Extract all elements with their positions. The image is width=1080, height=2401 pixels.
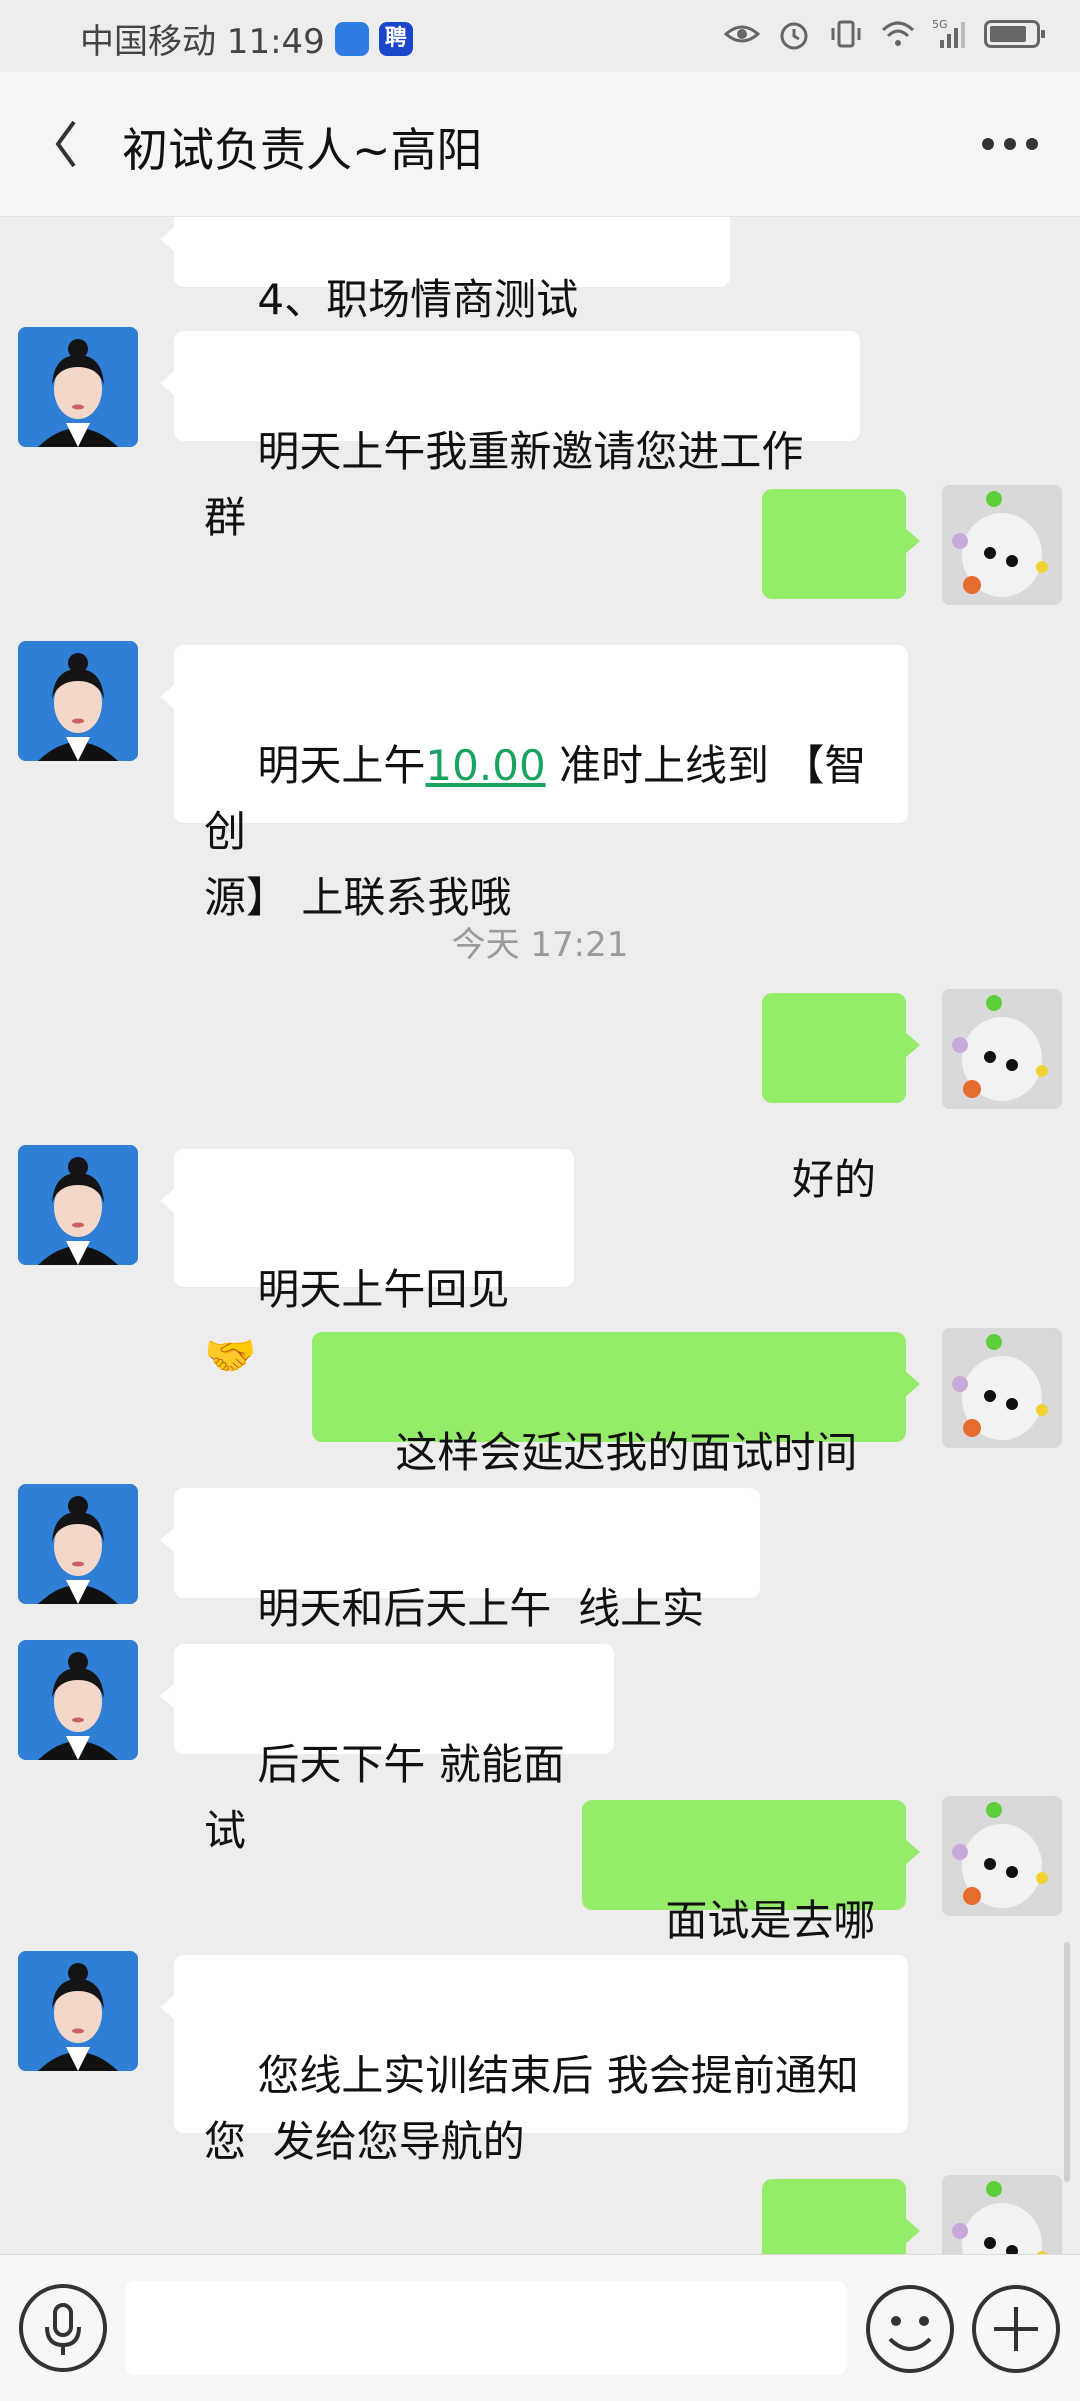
message-bubble[interactable]: 4、职场情商测试 <box>160 217 730 324</box>
plush-toy-avatar-icon <box>942 1796 1062 1916</box>
voice-button[interactable] <box>18 2283 126 2373</box>
eye-icon <box>724 25 760 43</box>
avatar-other[interactable] <box>18 1484 138 1604</box>
more-dot <box>982 138 994 150</box>
person-avatar-icon <box>18 641 138 761</box>
message-text: 明天上午我重新邀请您进工作群 <box>204 427 804 542</box>
plush-toy-avatar-icon <box>942 485 1062 605</box>
message-bubble[interactable]: 明天上午10.00 准时上线到 【智创 源】 上联系我哦 <box>160 645 908 922</box>
person-avatar-icon <box>18 1145 138 1265</box>
person-avatar-icon <box>18 1640 138 1760</box>
plus-icon <box>972 2285 1060 2373</box>
avatar-other[interactable] <box>18 1951 138 2071</box>
chat-scrollbar[interactable] <box>1064 1942 1070 2182</box>
message-bubble[interactable]: 面试是去哪里 <box>582 1800 920 2011</box>
person-avatar-icon <box>18 1484 138 1604</box>
person-avatar-icon <box>18 1951 138 2071</box>
battery-icon <box>984 20 1045 48</box>
message-text: 明天上午回见 <box>257 1265 510 1314</box>
app-notification-icon <box>334 21 369 56</box>
message-bubble[interactable]: 明天上午我重新邀请您进工作群 <box>160 331 860 542</box>
back-chevron-icon <box>55 120 76 168</box>
avatar-other[interactable] <box>18 327 138 447</box>
message-input[interactable] <box>126 2281 846 2375</box>
wifi-icon <box>881 21 915 46</box>
carrier-time: 中国移动 11:49 <box>80 22 325 62</box>
status-bar-left: 中国移动 11:49 聘 <box>80 14 413 63</box>
avatar-self[interactable] <box>942 989 1062 1109</box>
avatar-other[interactable] <box>18 1640 138 1760</box>
input-bar <box>0 2254 1080 2401</box>
microphone-icon <box>19 2284 107 2372</box>
plus-button[interactable] <box>968 2281 1064 2377</box>
message-text-part: 明天上午 <box>257 741 426 790</box>
signal-icon: 5G <box>932 18 965 48</box>
person-avatar-icon <box>18 327 138 447</box>
chat-title: 初试负责人~高阳 <box>122 123 483 177</box>
message-bubble[interactable]: 好的 <box>762 489 920 700</box>
more-button[interactable] <box>970 120 1050 168</box>
status-bar-right: 5G <box>724 16 1045 52</box>
smiley-icon <box>866 2285 954 2373</box>
message-text: 后天下午 就能面试 <box>204 1740 565 1855</box>
vibrate-icon <box>831 20 861 48</box>
alarm-icon <box>780 22 808 50</box>
recruit-app-icon: 聘 <box>378 21 413 56</box>
avatar-self[interactable] <box>942 1796 1062 1916</box>
plush-toy-avatar-icon <box>942 989 1062 1109</box>
plush-toy-avatar-icon <box>942 2175 1062 2254</box>
avatar-self[interactable] <box>942 485 1062 605</box>
back-button[interactable] <box>44 112 104 176</box>
message-text: 您线上实训结束后 我会提前通知 您 发给您导航的 <box>204 2051 859 2166</box>
message-bubble[interactable]: 明天和后天上午 线上实训 <box>160 1488 760 1699</box>
avatar-other[interactable] <box>18 1145 138 1265</box>
chat-timestamp: 今天 17:21 <box>451 925 629 965</box>
message-bubble[interactable]: 好的 <box>762 993 920 1204</box>
plush-toy-avatar-icon <box>942 1328 1062 1448</box>
avatar-self[interactable] <box>942 2175 1062 2254</box>
chat-header: 初试负责人~高阳 <box>0 72 1080 217</box>
network-label: 5G <box>932 18 948 31</box>
status-bar: 中国移动 11:49 聘 5G <box>0 0 1080 72</box>
more-dot <box>1004 138 1016 150</box>
message-bubble[interactable]: 好的 <box>762 2179 920 2254</box>
avatar-other[interactable] <box>18 641 138 761</box>
message-bubble[interactable]: 这样会延迟我的面试时间吗 <box>312 1332 920 1543</box>
message-text: 好的 <box>792 1155 877 1204</box>
message-time-link[interactable]: 10.00 <box>425 741 545 790</box>
avatar-self[interactable] <box>942 1328 1062 1448</box>
chat-message-list[interactable]: 4、职场情商测试 明天上午我重新邀请您进工作群 好的 <box>0 217 1080 2254</box>
handshake-emoji: 🤝 <box>204 1331 257 1380</box>
more-dot <box>1026 138 1038 150</box>
message-bubble[interactable]: 后天下午 就能面试 <box>160 1644 614 1855</box>
message-text: 4、职场情商测试 <box>257 275 579 324</box>
emoji-button[interactable] <box>862 2281 958 2377</box>
message-bubble[interactable]: 明天上午回见🤝 <box>160 1149 574 1380</box>
message-bubble[interactable]: 您线上实训结束后 我会提前通知 您 发给您导航的 <box>160 1955 908 2166</box>
